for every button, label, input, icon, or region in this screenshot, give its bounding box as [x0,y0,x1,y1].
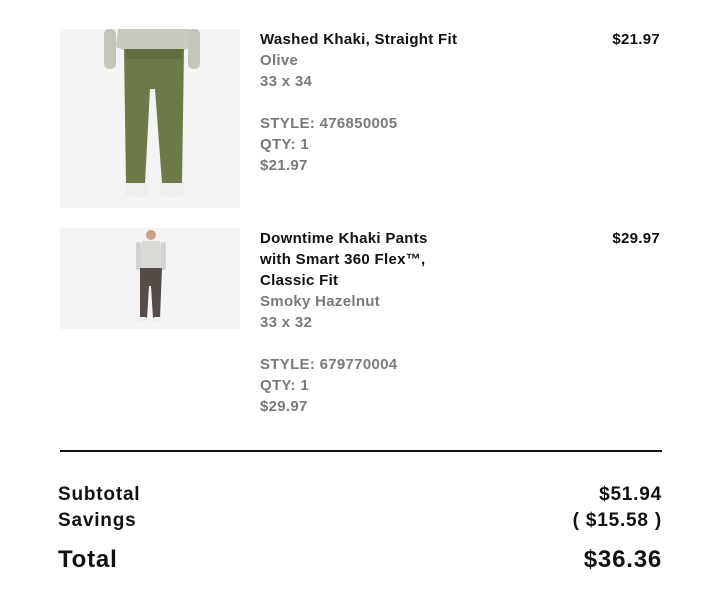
product-name[interactable]: Downtime Khaki Pants with Smart 360 Flex… [260,228,460,291]
product-style: STYLE: 476850005 [260,115,398,132]
product-name[interactable]: Washed Khaki, Straight Fit [260,29,460,50]
subtotal-label: Subtotal [58,484,141,505]
product-unit-price: $21.97 [260,157,308,174]
product-image[interactable] [60,29,240,208]
subtotal-row: Subtotal $51.94 [58,483,662,507]
line-price: $29.97 [612,230,660,247]
savings-row: Savings ( $15.58 ) [58,509,662,533]
product-style: STYLE: 679770004 [260,356,398,373]
pants-photo-icon [60,228,240,329]
product-qty: QTY: 1 [260,136,310,153]
product-color: Olive [260,52,299,69]
line-price: $21.97 [612,31,660,48]
subtotal-value: $51.94 [599,484,662,505]
product-image[interactable] [60,228,240,329]
item-details: Downtime Khaki Pants with Smart 360 Flex… [260,228,460,417]
savings-label: Savings [58,510,137,531]
total-row: Total $36.36 [58,545,662,575]
product-size: 33 x 32 [260,314,313,331]
pants-photo-icon [60,29,240,208]
total-value: $36.36 [583,546,662,573]
product-unit-price: $29.97 [260,398,308,415]
summary-divider [60,450,662,452]
item-details: Washed Khaki, Straight Fit Olive 33 x 34… [260,29,460,176]
savings-value: ( $15.58 ) [572,510,662,531]
product-color: Smoky Hazelnut [260,293,381,310]
product-qty: QTY: 1 [260,377,310,394]
total-label: Total [58,546,118,573]
product-size: 33 x 34 [260,73,313,90]
